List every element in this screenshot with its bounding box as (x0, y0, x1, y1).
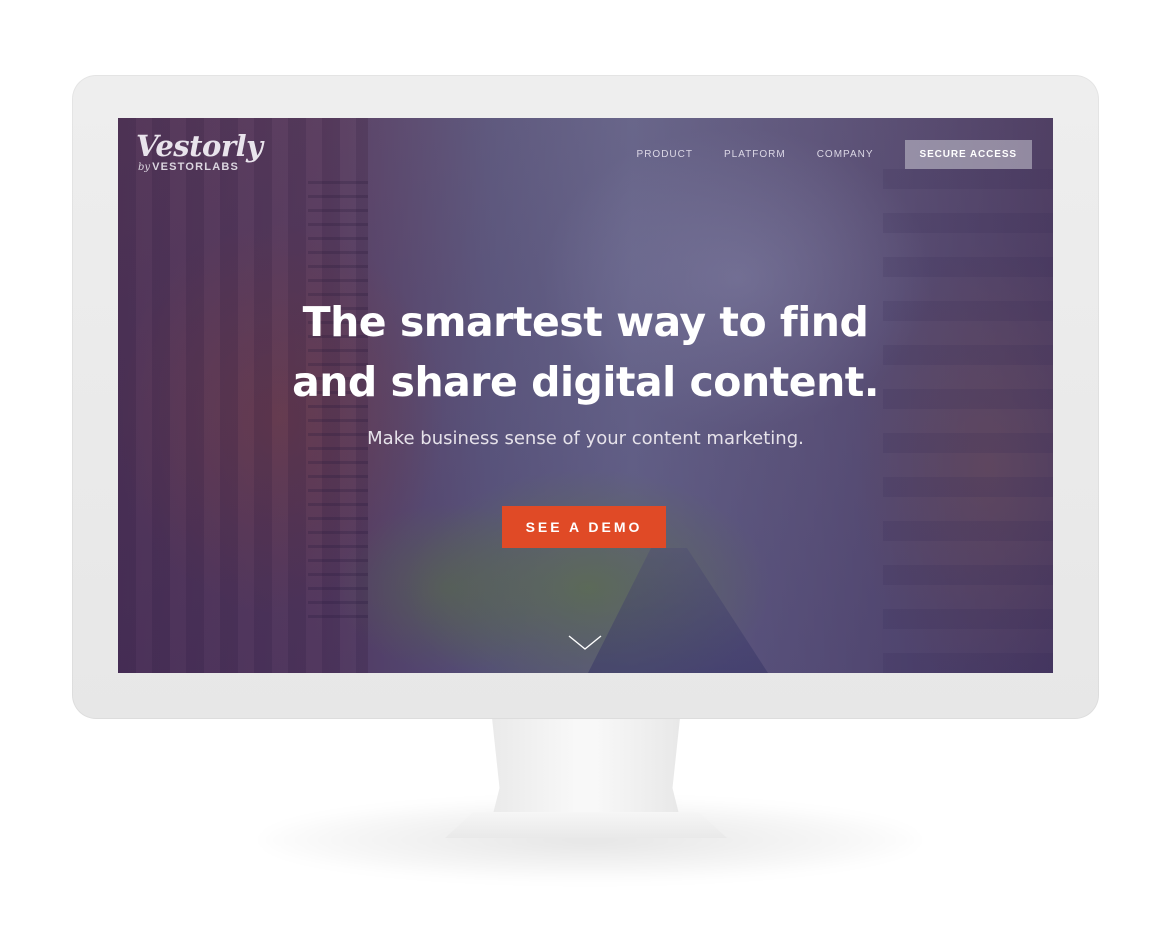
hero-title-line-2: and share digital content. (292, 358, 879, 406)
monitor-screen: Vestorly by VESTORLABS PRODUCT PLATFORM … (118, 118, 1053, 673)
nav-link-platform[interactable]: PLATFORM (724, 149, 786, 160)
top-nav: PRODUCT PLATFORM COMPANY SECURE ACCESS (637, 140, 1032, 169)
monitor-stand-neck (492, 718, 680, 818)
nav-link-product[interactable]: PRODUCT (637, 149, 693, 160)
chevron-down-icon[interactable] (567, 633, 603, 653)
nav-link-company[interactable]: COMPANY (817, 149, 874, 160)
brand-logo[interactable]: Vestorly by VESTORLABS (136, 128, 263, 173)
hero-subtitle: Make business sense of your content mark… (367, 428, 804, 449)
logo-wordmark: Vestorly (136, 129, 263, 163)
hero-title-line-1: The smartest way to find (302, 298, 869, 346)
see-a-demo-button[interactable]: SEE A DEMO (502, 506, 666, 548)
monitor-stand-base (445, 812, 727, 838)
secure-access-button[interactable]: SECURE ACCESS (904, 140, 1032, 169)
logo-company-text: VESTORLABS (152, 161, 240, 173)
hero-title: The smartest way to find and share digit… (118, 292, 1053, 412)
logo-by-text: by (138, 162, 151, 173)
